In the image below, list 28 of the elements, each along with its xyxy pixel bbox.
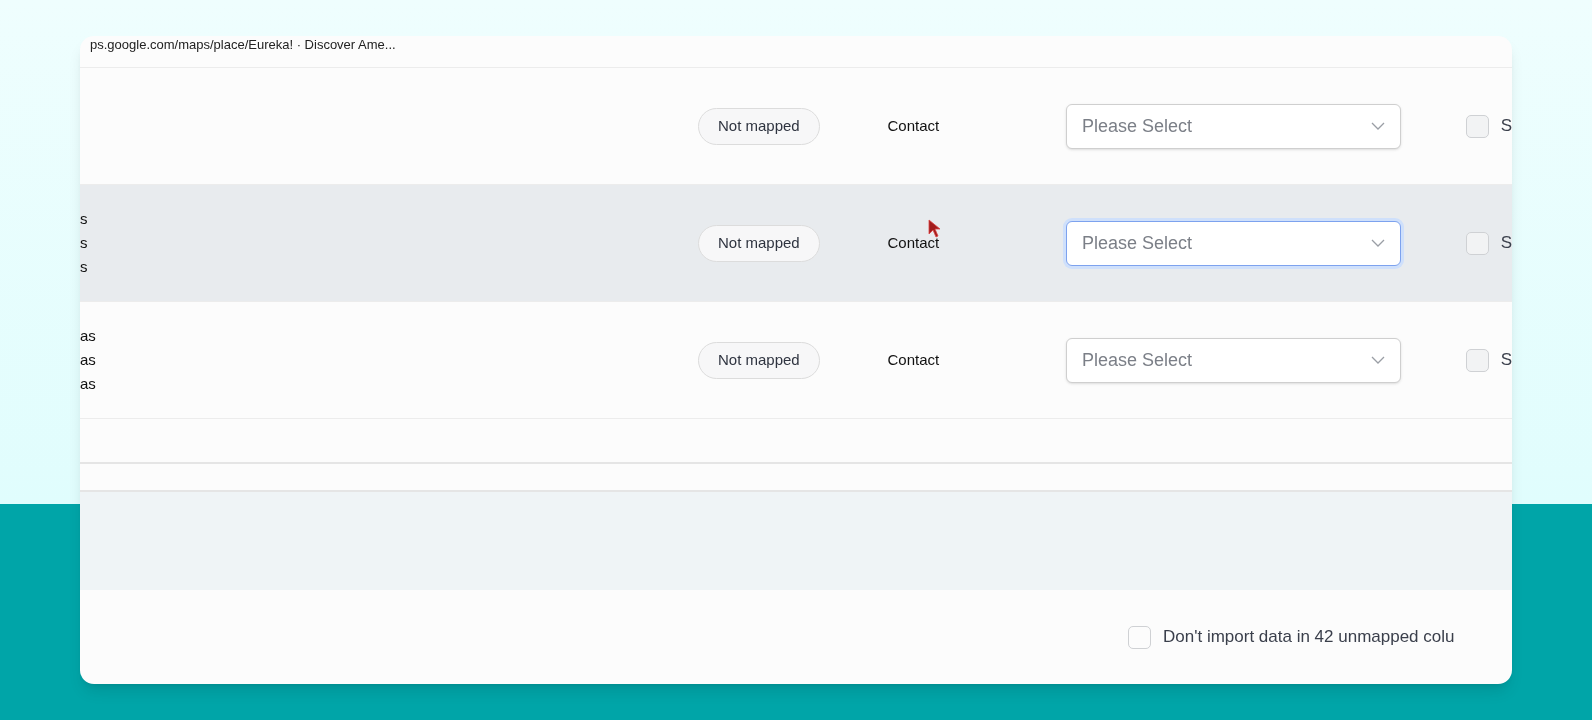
select-field[interactable]: Please Select — [1066, 337, 1402, 383]
checkbox[interactable] — [1128, 625, 1151, 649]
checkbox-label: S — [1500, 232, 1512, 255]
select-field[interactable]: Please Select — [1066, 220, 1402, 266]
checkbox[interactable] — [1466, 231, 1489, 255]
chevron-down-icon — [1371, 356, 1386, 364]
chevron-down-icon — [1371, 122, 1386, 130]
object-label: Contact — [887, 349, 941, 370]
cursor-icon — [928, 219, 942, 239]
object-label: Contact — [887, 115, 941, 136]
cell-text: s — [80, 233, 89, 253]
checkbox-label: S — [1500, 115, 1512, 138]
chevron-down-icon — [1371, 239, 1386, 247]
checkbox[interactable] — [1466, 348, 1489, 372]
checkbox[interactable] — [1466, 114, 1489, 138]
url-text: ps.google.com/maps/place/Eureka! · Discover Ame... — [90, 37, 396, 53]
select-field[interactable]: Please Select — [1066, 103, 1402, 149]
object-label: Contact — [887, 232, 941, 253]
status-badge: Not mapped — [698, 107, 820, 145]
checkbox-label: S — [1500, 349, 1512, 372]
cell-text: as — [80, 374, 97, 394]
cell-text: s — [80, 257, 89, 277]
status-badge: Not mapped — [698, 341, 820, 379]
cell-text: as — [80, 350, 97, 370]
cell-text: as — [80, 326, 97, 346]
status-badge: Not mapped — [698, 224, 820, 262]
cell-text: s — [80, 209, 89, 229]
checkbox-label: Don't import data in 42 unmapped colu — [1163, 626, 1455, 649]
